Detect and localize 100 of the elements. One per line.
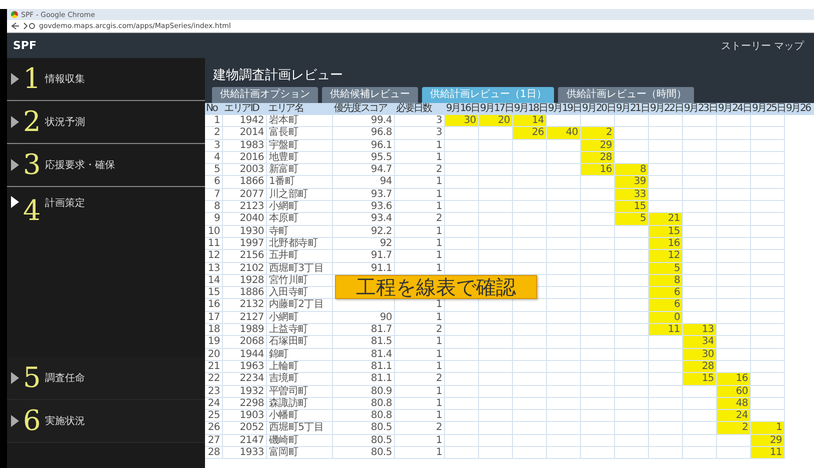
- triangle-icon: [11, 159, 19, 171]
- schedule-cell: 6: [649, 299, 683, 312]
- column-header[interactable]: 9月26: [785, 103, 814, 115]
- table-cell: 西堀町3丁目: [267, 262, 333, 275]
- column-header[interactable]: 9月16日: [445, 103, 479, 115]
- table-cell: 宇盤町: [267, 140, 333, 152]
- column-header[interactable]: 9月19日: [547, 103, 581, 115]
- table-cell: 寺町: [267, 226, 333, 238]
- table-cell: 2132: [223, 299, 267, 312]
- table-cell: 12: [205, 250, 223, 263]
- table-cell: 11: [205, 238, 223, 250]
- browser-icon: [11, 11, 18, 18]
- table-cell: 2102: [223, 262, 267, 275]
- column-header[interactable]: 9月21日: [615, 103, 649, 115]
- step-number: 2: [23, 107, 41, 137]
- table-cell: 2: [205, 127, 223, 140]
- table-cell: 1: [395, 188, 445, 202]
- column-header[interactable]: エリア名: [267, 103, 333, 115]
- schedule-cell: 16: [581, 164, 615, 176]
- table-cell: 2: [395, 373, 445, 386]
- column-header[interactable]: 9月25日: [751, 103, 785, 115]
- table-cell: 本原町: [267, 213, 333, 226]
- column-header[interactable]: 9月24日: [717, 103, 751, 115]
- table-cell: 2077: [223, 188, 267, 202]
- triangle-icon: [11, 415, 19, 427]
- table-cell: 北野都寺町: [267, 238, 333, 250]
- column-header[interactable]: 9月18日: [513, 103, 547, 115]
- navigation-icon[interactable]: [11, 22, 35, 30]
- step-label: 情報収集: [44, 72, 85, 86]
- table-cell: 2298: [223, 398, 267, 410]
- tab[interactable]: 供給候補レビュー: [322, 87, 418, 103]
- table-cell: 95.5: [333, 152, 395, 164]
- table-cell: 1: [395, 152, 445, 164]
- schedule-cell: 16: [717, 373, 751, 386]
- table-cell: 富岡町: [267, 447, 333, 460]
- step-number: 5: [23, 363, 41, 393]
- table-cell: 3: [205, 140, 223, 152]
- schedule-cell: 39: [615, 176, 649, 189]
- schedule-cell: 33: [615, 188, 649, 202]
- schedule-cell: 11: [649, 324, 683, 336]
- triangle-icon: [11, 372, 19, 384]
- table-cell: 小網町: [267, 312, 333, 324]
- step-label: 実施状況: [44, 414, 85, 428]
- table-cell: 28: [205, 447, 223, 460]
- tab[interactable]: 供給計画オプション: [212, 87, 318, 103]
- table-cell: 99.4: [333, 115, 395, 128]
- schedule-cell: 11: [751, 447, 785, 460]
- triangle-icon: [11, 116, 19, 128]
- table-cell: 20: [205, 348, 223, 361]
- schedule-cell: 20: [479, 115, 513, 128]
- table-cell: 1: [395, 410, 445, 422]
- column-header[interactable]: 9月22日: [649, 103, 683, 115]
- table-cell: 4: [205, 152, 223, 164]
- table-cell: 2: [395, 422, 445, 435]
- column-header[interactable]: 9月23日: [683, 103, 717, 115]
- column-header[interactable]: 9月20日: [581, 103, 615, 115]
- schedule-cell: 48: [717, 398, 751, 410]
- table-cell: 1942: [223, 115, 267, 128]
- table-cell: 80.8: [333, 410, 395, 422]
- schedule-cell: 1: [751, 422, 785, 435]
- table-cell: 岩本町: [267, 115, 333, 128]
- column-header[interactable]: エリアID: [223, 103, 267, 115]
- table-cell: 94.7: [333, 164, 395, 176]
- table-cell: 94: [333, 176, 395, 189]
- schedule-cell: 15: [615, 201, 649, 214]
- table-cell: 石塚田町: [267, 336, 333, 349]
- step-number: 4: [23, 196, 41, 226]
- table-cell: 1: [395, 447, 445, 460]
- schedule-cell: 12: [649, 250, 683, 263]
- table-cell: 81.7: [333, 324, 395, 336]
- table-cell: 2014: [223, 127, 267, 140]
- table-cell: 2: [395, 164, 445, 176]
- column-header[interactable]: 9月17日: [479, 103, 513, 115]
- table-cell: 五井町: [267, 250, 333, 263]
- column-header[interactable]: No: [205, 103, 223, 115]
- table-cell: 18: [205, 324, 223, 336]
- table-cell: 1932: [223, 386, 267, 398]
- table-cell: 27: [205, 434, 223, 448]
- tab[interactable]: 供給計画レビュー（時間）: [558, 87, 694, 103]
- table-cell: 92: [333, 238, 395, 250]
- column-header[interactable]: 必要日数: [395, 103, 445, 115]
- table-cell: 6: [205, 176, 223, 189]
- table-cell: 80.9: [333, 386, 395, 398]
- table-cell: 2052: [223, 422, 267, 435]
- schedule-cell: 2: [717, 422, 751, 435]
- schedule-cell: 0: [649, 312, 683, 324]
- table-cell: 15: [205, 287, 223, 300]
- table-cell: 1: [395, 176, 445, 189]
- schedule-cell: 40: [547, 127, 581, 140]
- column-header[interactable]: 優先度スコア: [333, 103, 395, 115]
- story-map-link[interactable]: ストーリー マップ: [720, 38, 804, 52]
- schedule-cell: 8: [615, 164, 649, 176]
- table-cell: 16: [205, 299, 223, 312]
- table-cell: 81.1: [333, 373, 395, 386]
- table-cell: 1928: [223, 274, 267, 288]
- table-cell: 1: [395, 140, 445, 152]
- schedule-cell: 34: [683, 336, 717, 349]
- schedule-cell: 8: [649, 274, 683, 288]
- table-cell: 地豊町: [267, 152, 333, 164]
- table-cell: 2: [395, 324, 445, 336]
